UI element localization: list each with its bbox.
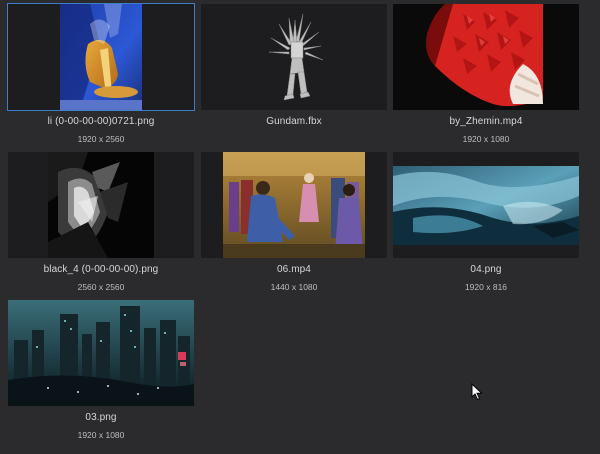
asset-thumbnail-image (8, 300, 194, 406)
asset-dimensions: 1920 x 1080 (462, 134, 510, 144)
asset-thumbnail-frame[interactable] (8, 152, 194, 258)
asset-item-gundam-fbx[interactable]: Gundam.fbx (201, 4, 387, 134)
asset-thumbnail-frame[interactable] (7, 3, 195, 111)
asset-item-06-mp4[interactable]: 06.mp4 1440 x 1080 (201, 152, 387, 292)
asset-thumbnail-frame[interactable] (201, 4, 387, 110)
asset-filename: 04.png (470, 264, 502, 275)
mouse-cursor-icon (471, 382, 483, 401)
asset-thumbnail-image (223, 152, 365, 258)
asset-thumbnail-model (259, 12, 329, 102)
asset-thumbnail-frame[interactable] (393, 152, 579, 258)
asset-item-black-4-png[interactable]: black_4 (0-00-00-00).png 2560 x 2560 (8, 152, 194, 292)
asset-item-03-png[interactable]: 03.png 1920 x 1080 (8, 300, 194, 440)
asset-thumbnail-frame[interactable] (393, 4, 579, 110)
asset-filename: li (0-00-00-00)0721.png (47, 116, 155, 127)
asset-dimensions: 2560 x 2560 (77, 282, 125, 292)
asset-dimensions: 1920 x 816 (464, 282, 508, 292)
asset-filename: 03.png (85, 412, 117, 423)
asset-thumbnail-image (48, 152, 154, 258)
asset-filename: 06.mp4 (277, 264, 311, 275)
asset-dimensions: 1920 x 2560 (77, 134, 125, 144)
asset-thumbnail-image (393, 166, 579, 245)
asset-item-li-png[interactable]: li (0-00-00-00)0721.png 1920 x 2560 (7, 3, 195, 144)
asset-thumbnail-frame[interactable] (8, 300, 194, 406)
asset-item-04-png[interactable]: 04.png 1920 x 816 (393, 152, 579, 292)
asset-filename: black_4 (0-00-00-00).png (43, 264, 159, 275)
asset-dimensions: 1920 x 1080 (77, 430, 125, 440)
asset-thumbnail-image (60, 4, 142, 110)
asset-thumbnail-frame[interactable] (201, 152, 387, 258)
asset-grid: li (0-00-00-00)0721.png 1920 x 2560 Gund… (0, 0, 600, 454)
asset-item-by-zhemin-mp4[interactable]: by_Zhemin.mp4 1920 x 1080 (393, 4, 579, 144)
asset-thumbnail-image (393, 4, 579, 110)
asset-filename: by_Zhemin.mp4 (449, 116, 523, 127)
asset-filename: Gundam.fbx (266, 116, 322, 127)
asset-dimensions: 1440 x 1080 (270, 282, 318, 292)
